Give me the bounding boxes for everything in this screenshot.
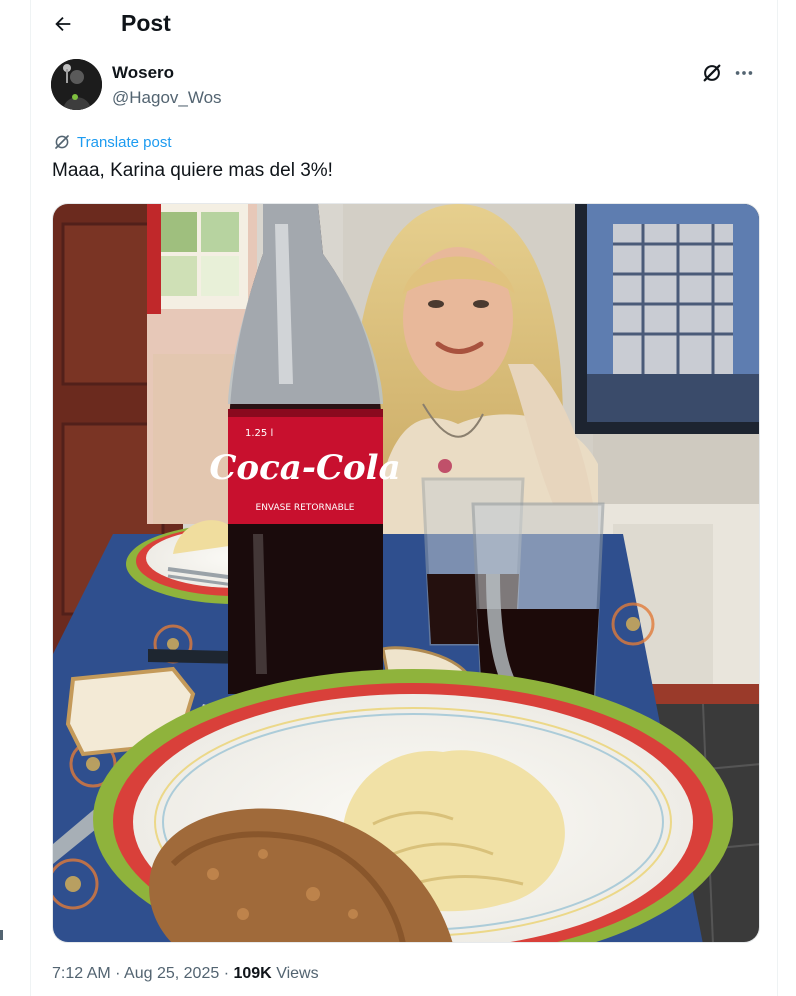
more-options-button[interactable] bbox=[731, 60, 757, 86]
bottle-label: Coca-Cola bbox=[209, 448, 400, 488]
post-metadata: 7:12 AM · Aug 25, 2025 · 109K Views bbox=[52, 965, 319, 983]
views-count: 109K bbox=[233, 965, 272, 982]
post-photo[interactable]: Coca-Cola ENVASE RETORNABLE 1.25 l bbox=[52, 203, 760, 943]
post-column: Post Wosero @Hagov_Wos Translate post Ma… bbox=[30, 0, 778, 996]
grok-button[interactable] bbox=[699, 60, 725, 86]
translate-icon bbox=[55, 135, 69, 149]
author-handle[interactable]: @Hagov_Wos bbox=[112, 88, 222, 108]
post-author: Wosero @Hagov_Wos bbox=[51, 58, 763, 112]
meta-separator: · bbox=[223, 965, 230, 982]
post-date[interactable]: Aug 25, 2025 bbox=[124, 965, 219, 982]
meta-separator: · bbox=[115, 965, 121, 982]
bottle-size-label: 1.25 l bbox=[245, 428, 273, 439]
post-text: Maaa, Karina quiere mas del 3%! bbox=[52, 160, 333, 181]
translate-post-link[interactable]: Translate post bbox=[53, 133, 172, 151]
page-header: Post bbox=[31, 0, 779, 50]
back-button[interactable] bbox=[45, 6, 81, 42]
grok-icon bbox=[703, 64, 721, 82]
post-time[interactable]: 7:12 AM bbox=[52, 965, 111, 982]
page-title: Post bbox=[121, 10, 171, 36]
author-display-name[interactable]: Wosero bbox=[112, 63, 174, 83]
translate-post-label: Translate post bbox=[77, 133, 172, 151]
views-label: Views bbox=[276, 965, 319, 982]
arrow-left-icon bbox=[55, 16, 71, 32]
page-edge-mark bbox=[0, 930, 3, 940]
avatar[interactable] bbox=[51, 59, 102, 110]
photo-illustration: Coca-Cola ENVASE RETORNABLE 1.25 l bbox=[53, 204, 759, 942]
more-horizontal-icon bbox=[735, 71, 753, 75]
bottle-sub-label: ENVASE RETORNABLE bbox=[256, 503, 355, 513]
